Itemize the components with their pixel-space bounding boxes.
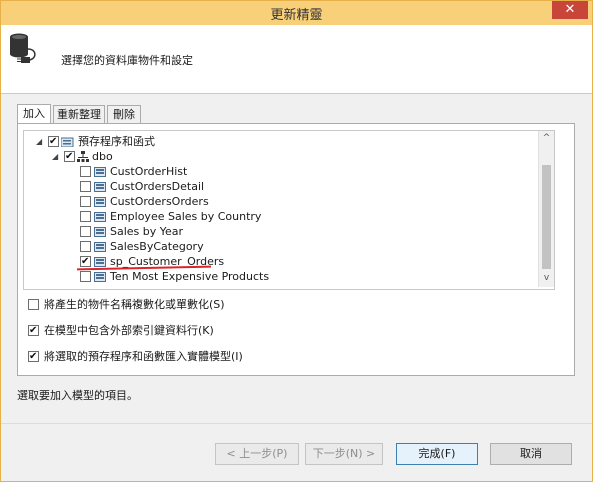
checkbox-procedure[interactable] [80, 211, 91, 222]
database-connect-icon [10, 33, 36, 63]
object-tree[interactable]: ◢ 預存程序和函式 ◢ [23, 130, 555, 290]
procedure-label: Sales by Year [110, 225, 184, 238]
checkbox-import-procedures[interactable] [28, 349, 39, 365]
stored-procedure-icon [94, 227, 106, 237]
procedure-label: CustOrdersDetail [110, 180, 205, 193]
close-button[interactable]: ✕ [552, 1, 588, 19]
stored-procedure-icon [94, 272, 106, 282]
schema-icon [77, 151, 89, 162]
collapse-icon[interactable]: ◢ [36, 134, 42, 149]
tree-label: 預存程序和函式 [78, 135, 155, 148]
procedure-label: Ten Most Expensive Products [110, 270, 270, 283]
window-title: 更新精靈 [270, 8, 323, 23]
procedure-label: CustOrdersOrders [110, 195, 209, 208]
checkbox-procedure[interactable] [80, 241, 91, 252]
checkbox-procedure[interactable] [80, 226, 91, 237]
finish-button[interactable]: 完成(F) [396, 443, 478, 465]
stored-procedure-icon [94, 182, 106, 192]
tab-refresh[interactable]: 重新整理 [53, 105, 105, 123]
status-text: 選取要加入模型的項目。 [17, 389, 138, 402]
footer-divider [1, 423, 592, 424]
checkbox-foreign-keys[interactable] [28, 323, 39, 339]
option-label: 將選取的預存程序和函數匯入實體模型(I) [44, 350, 243, 363]
back-button[interactable]: < 上一步(P) [215, 443, 299, 465]
procedure-label: CustOrderHist [110, 165, 188, 178]
option-label: 在模型中包含外部索引鍵資料行(K) [44, 324, 214, 337]
header-instruction: 選擇您的資料庫物件和設定 [61, 54, 193, 67]
tab-add[interactable]: 加入 [17, 104, 51, 124]
next-button[interactable]: 下一步(N) > [305, 443, 383, 465]
cancel-button[interactable]: 取消 [490, 443, 572, 465]
checkbox-procedure[interactable] [80, 196, 91, 207]
scroll-down-icon[interactable]: v [539, 273, 554, 285]
title-bar[interactable]: 更新精靈 ✕ [1, 1, 592, 25]
collapse-icon[interactable]: ◢ [52, 149, 58, 164]
stored-procedure-icon [94, 197, 106, 207]
checkbox-schema-dbo[interactable] [64, 149, 75, 164]
tree-scrollbar[interactable]: ^ v [538, 131, 554, 287]
tab-delete[interactable]: 刪除 [107, 105, 141, 123]
checkbox-procedure[interactable] [80, 166, 91, 177]
tab-panel-add: ◢ 預存程序和函式 ◢ [17, 123, 575, 376]
checkbox-pluralize[interactable] [28, 299, 39, 310]
stored-procedure-icon [94, 257, 106, 267]
stored-procedure-icon [94, 242, 106, 252]
stored-procedure-icon [94, 212, 106, 222]
checkbox-procedure[interactable] [80, 271, 91, 282]
scroll-up-icon[interactable]: ^ [539, 133, 554, 145]
procedure-label: Employee Sales by Country [110, 210, 262, 223]
stored-procedure-icon [94, 167, 106, 177]
tree-label: dbo [92, 150, 113, 163]
option-label: 將產生的物件名稱複數化或單數化(S) [44, 298, 225, 311]
checkbox-procedures-root[interactable] [48, 134, 59, 149]
procedure-label: SalesByCategory [110, 240, 204, 253]
checkbox-procedure[interactable] [80, 181, 91, 192]
scroll-thumb[interactable] [542, 165, 551, 269]
wizard-header: 選擇您的資料庫物件和設定 [1, 25, 592, 94]
checkbox-procedure[interactable] [80, 254, 91, 269]
procedure-folder-icon [61, 137, 74, 147]
update-wizard-window: 更新精靈 ✕ 選擇您的資料庫物件和設定 加入 重新整理 刪除 ◢ ✔ 預存程序和… [0, 0, 593, 482]
